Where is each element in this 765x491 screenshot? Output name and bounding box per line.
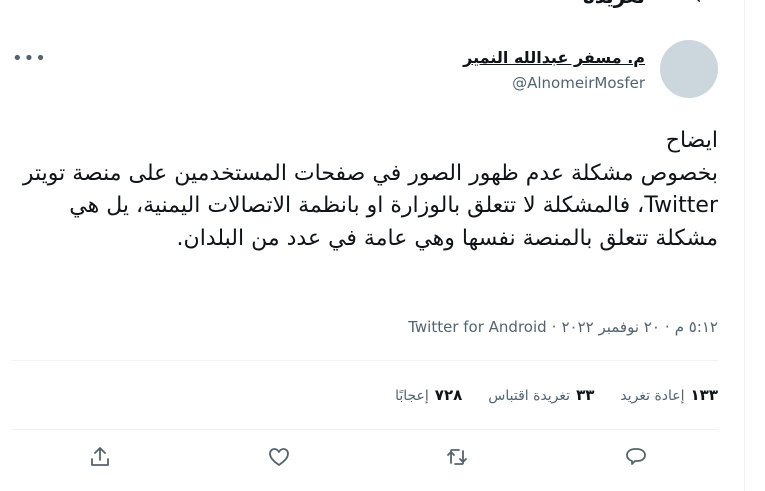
like-button[interactable]	[267, 445, 291, 469]
retweet-button[interactable]	[445, 445, 469, 469]
tweet-text: ايضاح بخصوص مشكلة عدم ظهور الصور في صفحا…	[22, 128, 718, 251]
back-arrow-icon[interactable]: ←	[695, 0, 710, 9]
likes-stat[interactable]: ٧٢٨إعجابًا	[395, 386, 462, 404]
divider	[12, 360, 718, 361]
tweet-source[interactable]: Twitter for Android	[408, 318, 546, 336]
author-handle[interactable]: @AlnomeirMosfer	[512, 74, 645, 92]
meta-separator: ·	[664, 318, 670, 336]
more-options-icon[interactable]: •••	[12, 48, 47, 69]
share-icon	[91, 447, 109, 466]
retweets-stat[interactable]: ١٣٣إعادة تغريد	[620, 386, 718, 404]
retweet-icon	[447, 449, 468, 465]
tweet-time[interactable]: ٥:١٢ م	[675, 318, 718, 336]
tweet-meta: ٥:١٢ م · ٢٠ نوفمبر ٢٠٢٢ · Twitter for An…	[408, 318, 718, 336]
meta-separator: ·	[551, 318, 557, 336]
reply-button[interactable]	[624, 445, 648, 469]
quotes-stat[interactable]: ٣٣تغريدة اقتباس	[488, 386, 594, 404]
reply-icon	[626, 448, 646, 465]
author-name[interactable]: م. مسفر عبدالله النمير	[463, 48, 645, 67]
tweet-date[interactable]: ٢٠ نوفمبر ٢٠٢٢	[561, 318, 659, 336]
action-bar	[88, 443, 648, 471]
column-border	[744, 0, 745, 491]
share-button[interactable]	[88, 445, 112, 469]
divider	[12, 429, 718, 430]
page-title: تغريدة	[583, 0, 645, 8]
avatar[interactable]	[660, 40, 718, 98]
like-icon	[268, 448, 289, 466]
tweet-stats: ١٣٣إعادة تغريد ٣٣تغريدة اقتباس ٧٢٨إعجابً…	[395, 386, 718, 404]
